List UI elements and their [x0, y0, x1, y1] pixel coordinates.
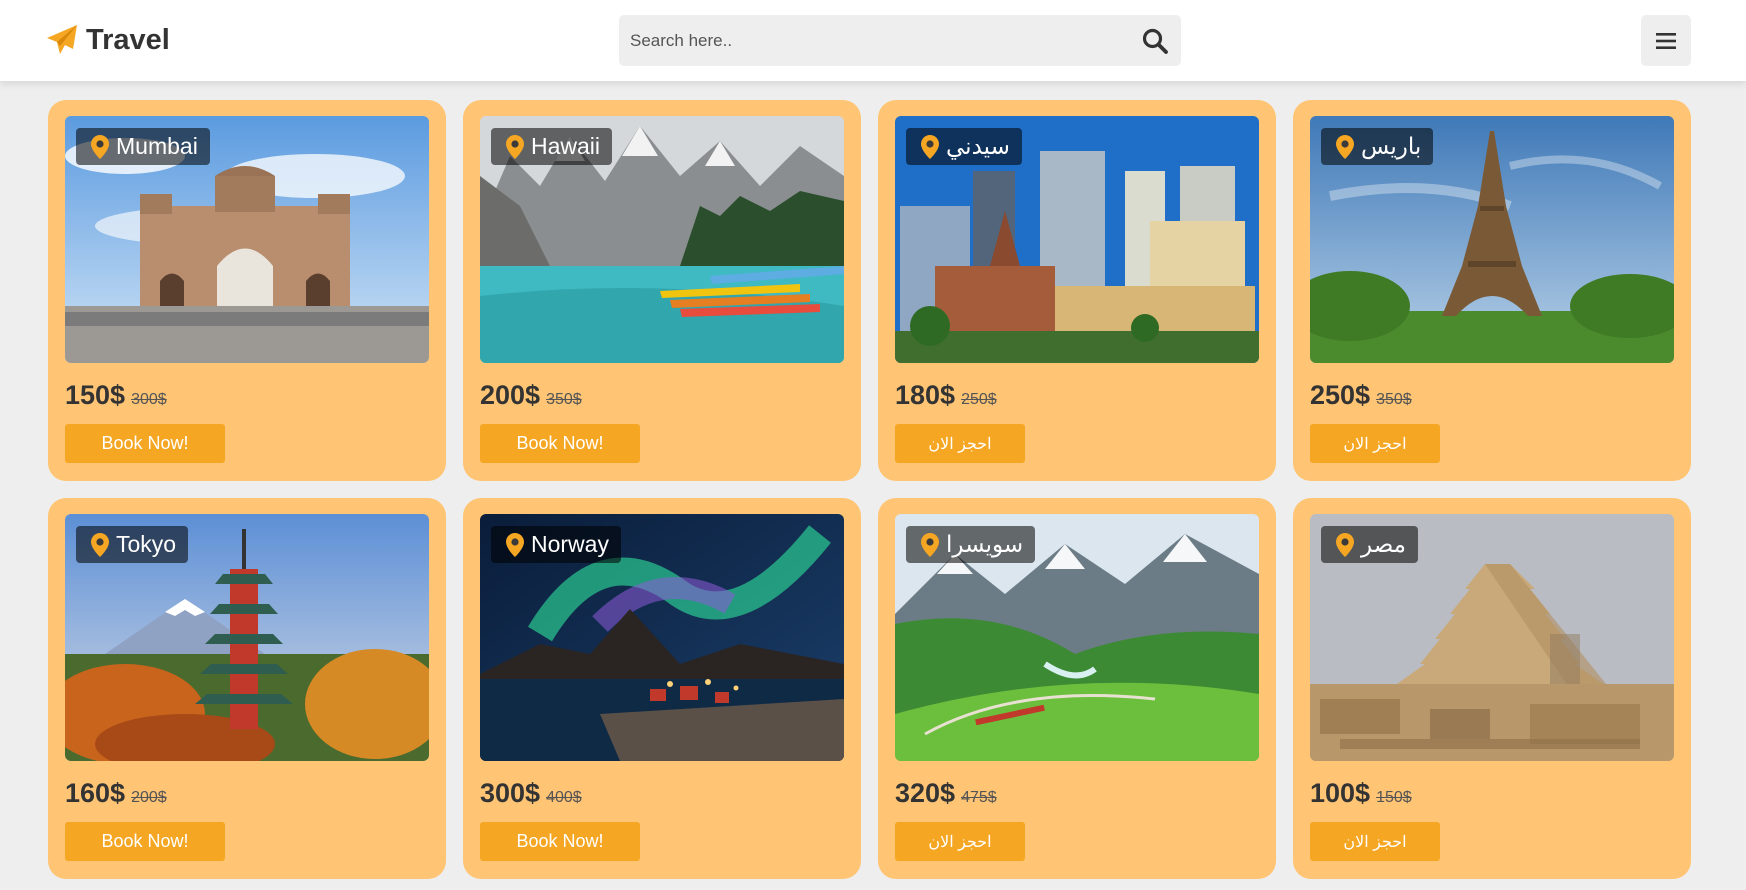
- mountain-lake-canoes-photo: Hawaii: [480, 116, 844, 363]
- current-price: 320$: [895, 778, 956, 808]
- current-price: 160$: [65, 778, 126, 808]
- destination-card: Mumbai 150$ 300$ Book Now!: [48, 100, 446, 481]
- price-row: 320$ 475$: [895, 778, 997, 812]
- price-row: 100$ 150$: [1310, 778, 1412, 812]
- map-marker-icon: [91, 135, 109, 159]
- book-now-button[interactable]: احجز الان: [895, 424, 1025, 463]
- location-badge: Norway: [491, 526, 621, 563]
- price-row: 200$ 350$: [480, 380, 582, 414]
- current-price: 150$: [65, 380, 126, 410]
- destination-card: سويسرا 320$ 475$ احجز الان: [878, 498, 1276, 879]
- destination-card: Norway 300$ 400$ Book Now!: [463, 498, 861, 879]
- map-marker-icon: [91, 533, 109, 557]
- map-marker-icon: [1336, 533, 1354, 557]
- destination-card: Hawaii 200$ 350$ Book Now!: [463, 100, 861, 481]
- top-header: Travel: [0, 0, 1746, 81]
- old-price: 250$: [961, 391, 997, 408]
- location-name: سويسرا: [946, 531, 1024, 557]
- old-price: 475$: [961, 789, 997, 806]
- bars-icon: [1656, 32, 1676, 49]
- location-badge: Tokyo: [76, 526, 189, 563]
- old-price: 400$: [546, 789, 582, 806]
- search-icon[interactable]: [1141, 27, 1169, 55]
- price-row: 150$ 300$: [65, 380, 167, 414]
- book-now-button[interactable]: Book Now!: [480, 822, 640, 861]
- old-price: 300$: [131, 391, 167, 408]
- location-name: مصر: [1361, 531, 1406, 557]
- menu-button[interactable]: [1641, 15, 1691, 66]
- map-marker-icon: [1336, 135, 1354, 159]
- book-now-button[interactable]: Book Now!: [65, 822, 225, 861]
- destination-card: Tokyo 160$ 200$ Book Now!: [48, 498, 446, 879]
- book-now-button[interactable]: Book Now!: [480, 424, 640, 463]
- old-price: 200$: [131, 789, 167, 806]
- location-badge: باريس: [1321, 128, 1434, 165]
- book-now-button[interactable]: Book Now!: [65, 424, 225, 463]
- old-price: 350$: [1376, 391, 1412, 408]
- location-name: Norway: [531, 531, 609, 557]
- map-marker-icon: [506, 135, 524, 159]
- current-price: 300$: [480, 778, 541, 808]
- price-row: 300$ 400$: [480, 778, 582, 812]
- map-marker-icon: [921, 533, 939, 557]
- location-badge: سيدني: [906, 128, 1022, 165]
- old-price: 350$: [546, 391, 582, 408]
- logo-text: Travel: [86, 23, 170, 56]
- current-price: 180$: [895, 380, 956, 410]
- location-name: باريس: [1361, 133, 1422, 159]
- location-badge: مصر: [1321, 526, 1418, 563]
- book-now-button[interactable]: احجز الان: [1310, 822, 1440, 861]
- step-pyramid-photo: مصر: [1310, 514, 1674, 761]
- destination-card: باريس 250$ 350$ احجز الان: [1293, 100, 1691, 481]
- price-row: 180$ 250$: [895, 380, 997, 414]
- location-badge: Hawaii: [491, 128, 613, 165]
- location-name: سيدني: [946, 133, 1010, 159]
- location-name: Tokyo: [116, 531, 177, 557]
- map-marker-icon: [921, 135, 939, 159]
- eiffel-tower-photo: باريس: [1310, 116, 1674, 363]
- destination-card: سيدني 180$ 250$ احجز الان: [878, 100, 1276, 481]
- destination-card: مصر 100$ 150$ احجز الان: [1293, 498, 1691, 879]
- location-name: Mumbai: [116, 133, 198, 159]
- pagoda-mount-fuji-photo: Tokyo: [65, 514, 429, 761]
- search-bar: [619, 15, 1181, 66]
- book-now-button[interactable]: احجز الان: [895, 822, 1025, 861]
- price-row: 160$ 200$: [65, 778, 167, 812]
- book-now-button[interactable]: احجز الان: [1310, 424, 1440, 463]
- price-row: 250$ 350$: [1310, 380, 1412, 414]
- search-input[interactable]: [619, 15, 1119, 66]
- location-badge: سويسرا: [906, 526, 1036, 563]
- paper-plane-icon: [47, 25, 77, 54]
- current-price: 200$: [480, 380, 541, 410]
- old-price: 150$: [1376, 789, 1412, 806]
- location-badge: Mumbai: [76, 128, 210, 165]
- logo-link[interactable]: Travel: [46, 22, 170, 58]
- current-price: 250$: [1310, 380, 1371, 410]
- current-price: 100$: [1310, 778, 1371, 808]
- sydney-city-buildings-photo: سيدني: [895, 116, 1259, 363]
- swiss-alps-train-photo: سويسرا: [895, 514, 1259, 761]
- northern-lights-village-photo: Norway: [480, 514, 844, 761]
- location-name: Hawaii: [531, 133, 601, 159]
- map-marker-icon: [506, 533, 524, 557]
- gateway-of-india-photo: Mumbai: [65, 116, 429, 363]
